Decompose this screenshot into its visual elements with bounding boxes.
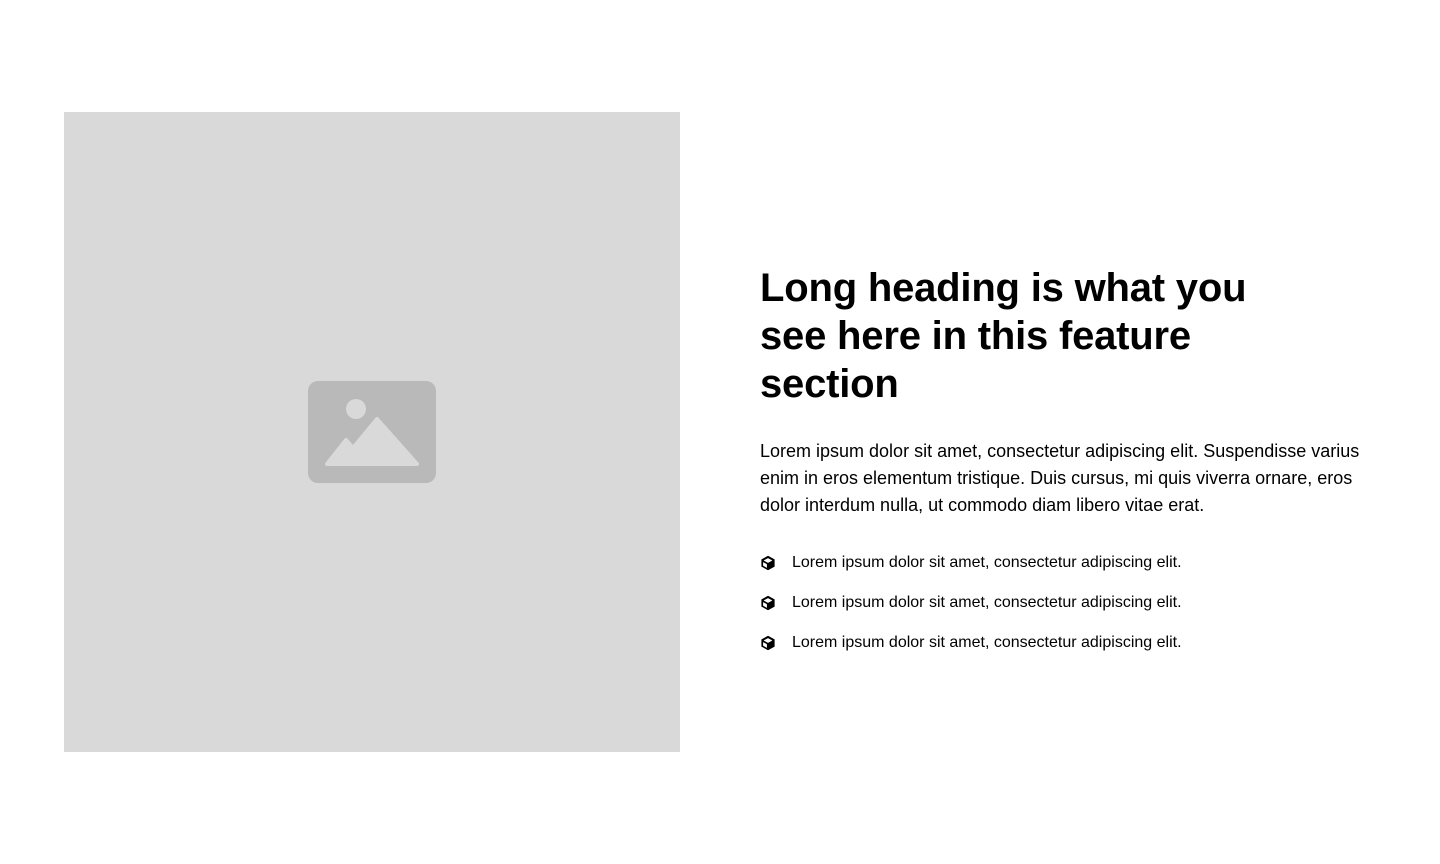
feature-content: Long heading is what you see here in thi… [760, 264, 1376, 655]
feature-list-item: Lorem ipsum dolor sit amet, consectetur … [760, 591, 1376, 615]
feature-heading: Long heading is what you see here in thi… [760, 266, 1247, 406]
image-placeholder [64, 112, 680, 752]
cube-icon [760, 555, 776, 571]
feature-item-text: Lorem ipsum dolor sit amet, consectetur … [792, 634, 1182, 651]
feature-description: Lorem ipsum dolor sit amet, consectetur … [760, 441, 1360, 515]
cube-icon [760, 595, 776, 611]
cube-icon [760, 635, 776, 651]
feature-list-item: Lorem ipsum dolor sit amet, consectetur … [760, 631, 1376, 655]
feature-item-text: Lorem ipsum dolor sit amet, consectetur … [792, 554, 1182, 571]
feature-item-text: Lorem ipsum dolor sit amet, consectetur … [792, 594, 1182, 611]
feature-list-item: Lorem ipsum dolor sit amet, consectetur … [760, 551, 1376, 575]
image-icon [308, 381, 436, 483]
feature-section: Long heading is what you see here in thi… [0, 0, 1440, 864]
feature-list: Lorem ipsum dolor sit amet, consectetur … [760, 551, 1376, 655]
